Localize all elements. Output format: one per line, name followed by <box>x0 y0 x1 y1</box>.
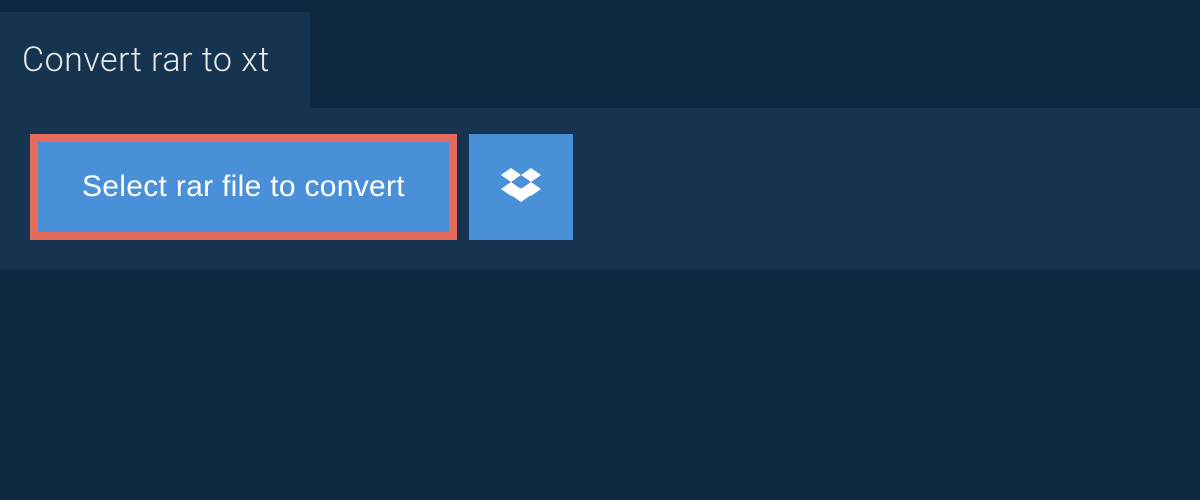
select-file-label: Select rar file to convert <box>82 170 405 204</box>
dropbox-icon <box>501 168 541 207</box>
page-title-tab: Convert rar to xt <box>0 12 310 108</box>
upload-panel: Select rar file to convert <box>0 108 1200 270</box>
page-title: Convert rar to xt <box>22 40 270 80</box>
dropbox-button[interactable] <box>469 134 573 240</box>
button-row: Select rar file to convert <box>30 134 1170 240</box>
select-file-button[interactable]: Select rar file to convert <box>30 134 457 240</box>
spacer <box>0 270 1200 470</box>
